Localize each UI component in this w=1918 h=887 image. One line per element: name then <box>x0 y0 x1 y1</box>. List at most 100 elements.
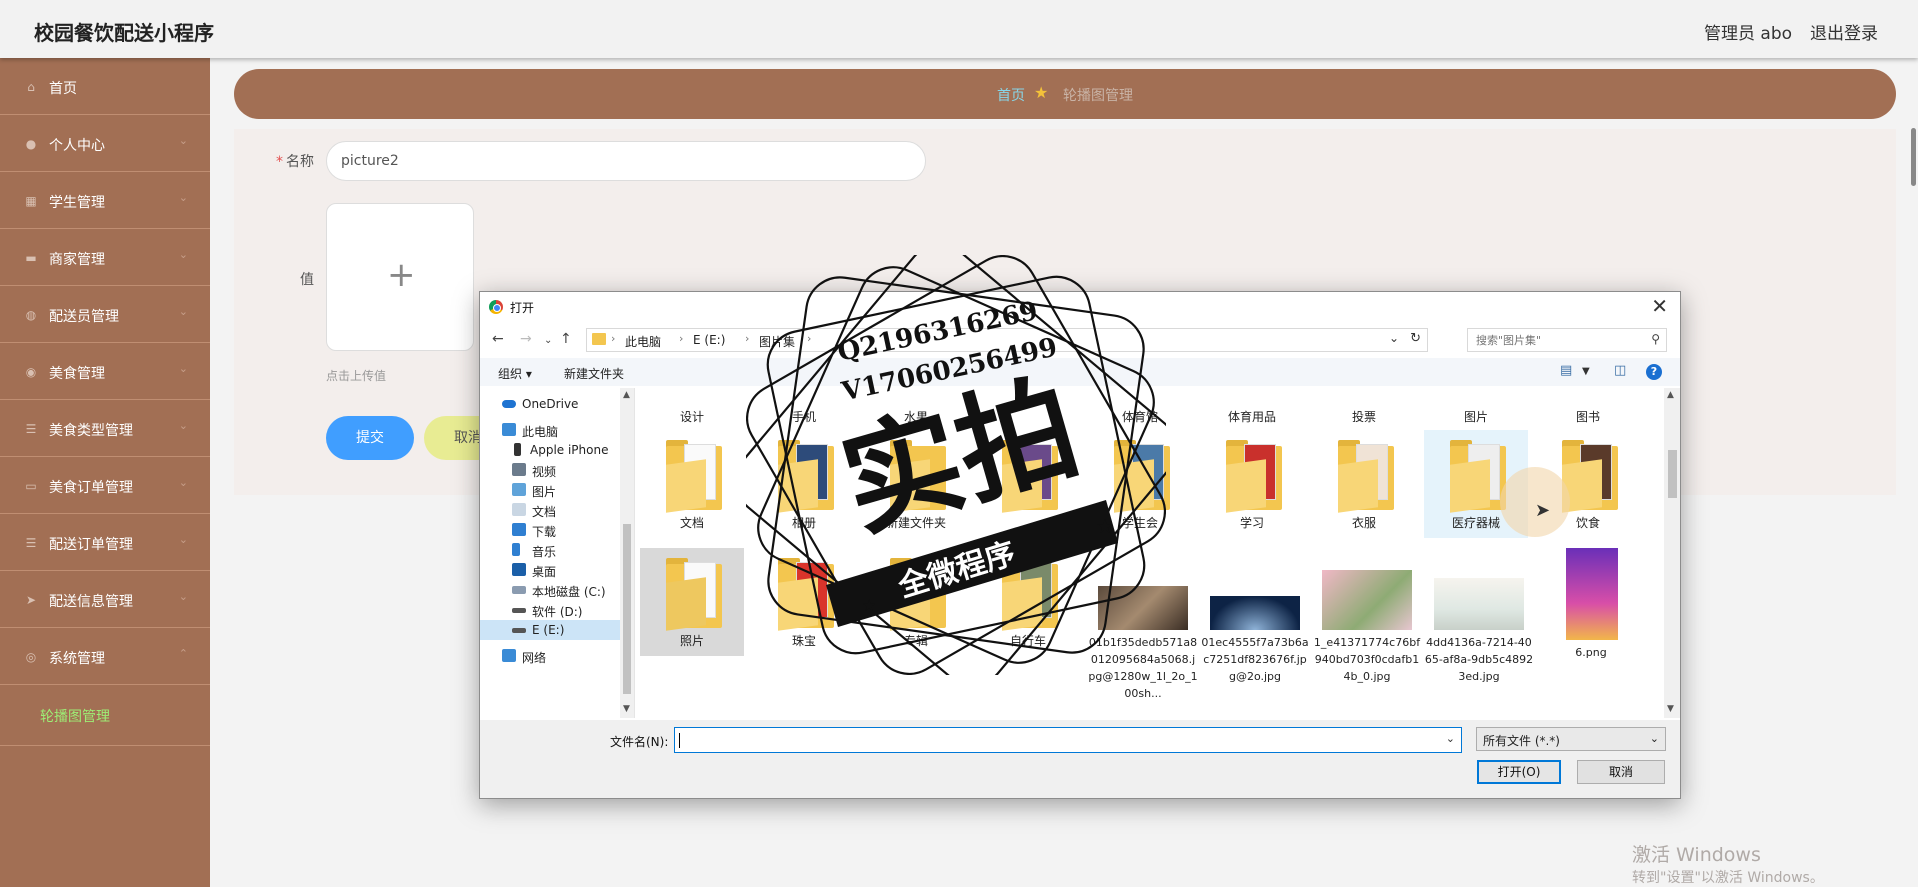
file-name[interactable]: 图书 <box>1536 408 1640 425</box>
scroll-down-icon[interactable]: ▼ <box>1667 704 1674 714</box>
scroll-up-icon[interactable]: ▲ <box>1667 390 1674 400</box>
up-arrow-icon[interactable]: ↑ <box>560 331 572 347</box>
image-file-item[interactable]: 01ec4555f7a73b6ac7251df823676f.jpg@2o.jp… <box>1200 548 1312 718</box>
chevron-down-icon[interactable]: ⌄ <box>1446 732 1455 745</box>
scroll-thumb[interactable] <box>623 524 631 694</box>
image-file-item[interactable]: 01b1f35dedb571a8012095684a5068.jpg@1280w… <box>1088 548 1200 718</box>
file-name[interactable]: 水果 <box>864 408 968 425</box>
folder-item[interactable]: 珠宝 <box>752 548 856 656</box>
chevron-down-icon[interactable]: ▼ <box>1582 366 1590 377</box>
dialog-titlebar[interactable]: 打开 ✕ <box>480 292 1680 322</box>
nav-item-drive-e[interactable]: E (E:) <box>480 620 620 640</box>
address-segment[interactable]: 此电脑 <box>625 333 661 350</box>
upload-box[interactable]: + <box>326 203 474 351</box>
nav-item-this-pc[interactable]: 此电脑 <box>480 420 620 440</box>
preview-pane-icon[interactable]: ◫ <box>1614 363 1626 378</box>
search-input[interactable] <box>1476 332 1636 348</box>
folder-item[interactable]: 专辑 <box>864 548 968 656</box>
drive-icon <box>512 586 526 594</box>
nav-item-pictures[interactable]: 图片 <box>480 480 620 500</box>
folder-item[interactable]: 文档 <box>640 430 744 538</box>
plus-icon: + <box>387 255 416 295</box>
computer-icon <box>502 423 516 436</box>
chevron-down-icon: ⌄ <box>178 419 188 432</box>
image-file-item[interactable]: 1_e41371774c76bf940bd703f0cdafb14b_0.jpg <box>1312 548 1424 718</box>
sidebar: ⌂ 首页 ● 个人中心 ⌄ ▦ 学生管理 ⌄ ▬ 商家管理 ⌄ ◍ 配送员管理 … <box>0 58 210 887</box>
help-icon[interactable]: ? <box>1646 364 1662 380</box>
file-name[interactable]: 体育用品 <box>1200 408 1304 425</box>
filename-input[interactable]: ⌄ <box>674 727 1462 753</box>
sidebar-item-students[interactable]: ▦ 学生管理 ⌄ <box>0 172 210 229</box>
view-options-icon[interactable]: ▤ <box>1560 363 1572 378</box>
courier-icon: ◍ <box>25 308 37 322</box>
nav-item-downloads[interactable]: 下载 <box>480 520 620 540</box>
address-bar[interactable]: › 此电脑 › E (E:) › 图片集 › ⌄ ↻ <box>586 328 1428 352</box>
sidebar-item-system[interactable]: ◎ 系统管理 ⌃ <box>0 628 210 685</box>
submit-button[interactable]: 提交 <box>326 416 414 460</box>
desktop-icon <box>512 563 526 576</box>
address-segment[interactable]: E (E:) <box>693 333 725 347</box>
sidebar-item-food-types[interactable]: ☰ 美食类型管理 ⌄ <box>0 400 210 457</box>
refresh-icon[interactable]: ↻ <box>1410 331 1421 346</box>
new-folder-button[interactable]: 新建文件夹 <box>564 365 624 382</box>
nav-item-drive-c[interactable]: 本地磁盘 (C:) <box>480 580 620 600</box>
folder-item[interactable]: 学生会 <box>1088 430 1192 538</box>
name-input[interactable]: picture2 <box>326 141 926 181</box>
file-type-select[interactable]: 所有文件 (*.*) ⌄ <box>1476 727 1666 751</box>
image-file-item[interactable]: 4dd4136a-7214-4065-af8a-9db5c48923ed.jpg <box>1424 548 1536 718</box>
scroll-down-icon[interactable]: ▼ <box>623 704 630 714</box>
nav-item-iphone[interactable]: Apple iPhone <box>480 440 620 460</box>
file-name[interactable]: 图片 <box>1424 408 1528 425</box>
search-box[interactable]: ⚲ <box>1467 328 1667 352</box>
sidebar-item-personal-center[interactable]: ● 个人中心 ⌄ <box>0 115 210 172</box>
file-list-scrollbar[interactable]: ▲ ▼ <box>1664 388 1680 718</box>
name-label: * 名称 <box>276 154 314 170</box>
sidebar-item-couriers[interactable]: ◍ 配送员管理 ⌄ <box>0 286 210 343</box>
folder-item[interactable]: 衣服 <box>1312 430 1416 538</box>
file-name[interactable]: 设计 <box>640 408 744 425</box>
forward-arrow-icon[interactable]: → <box>520 331 532 347</box>
back-arrow-icon[interactable]: ← <box>492 331 504 347</box>
scroll-up-icon[interactable]: ▲ <box>623 390 630 400</box>
nav-pane-scrollbar[interactable]: ▲ ▼ <box>620 388 634 718</box>
folder-icon <box>1002 558 1058 631</box>
folder-icon <box>1450 440 1506 513</box>
image-file-item[interactable]: 6.png <box>1536 548 1648 718</box>
close-icon[interactable]: ✕ <box>1651 294 1668 318</box>
sidebar-item-merchants[interactable]: ▬ 商家管理 ⌄ <box>0 229 210 286</box>
folder-item[interactable]: 自行车 <box>976 548 1080 656</box>
dialog-cancel-button[interactable]: 取消 <box>1577 760 1665 784</box>
sidebar-item-food-orders[interactable]: ▭ 美食订单管理 ⌄ <box>0 457 210 514</box>
nav-item-network[interactable]: 网络 <box>480 646 620 666</box>
chevron-down-icon[interactable]: ⌄ <box>1389 331 1399 345</box>
nav-item-desktop[interactable]: 桌面 <box>480 560 620 580</box>
scroll-thumb[interactable] <box>1668 450 1677 498</box>
open-button[interactable]: 打开(O) <box>1477 760 1561 784</box>
sidebar-item-home[interactable]: ⌂ 首页 <box>0 58 210 115</box>
food-icon: ◉ <box>25 365 37 379</box>
file-name[interactable]: 投票 <box>1312 408 1416 425</box>
folder-item[interactable]: 照片 <box>640 548 744 656</box>
folder-item[interactable]: 相册 <box>752 430 856 538</box>
file-name[interactable]: 体育馆 <box>1088 408 1192 425</box>
nav-item-music[interactable]: 音乐 <box>480 540 620 560</box>
folder-item[interactable]: 新建文件夹 <box>864 430 968 538</box>
page-scrollbar[interactable] <box>1911 128 1916 186</box>
sidebar-item-food[interactable]: ◉ 美食管理 ⌄ <box>0 343 210 400</box>
folder-item[interactable]: 学习 <box>1200 430 1304 538</box>
logout-link[interactable]: 退出登录 <box>1810 19 1878 44</box>
folder-item[interactable] <box>976 430 1080 538</box>
recent-dropdown-icon[interactable]: ⌄ <box>544 335 552 346</box>
sidebar-subitem-carousel[interactable]: 轮播图管理 <box>0 686 210 746</box>
address-segment[interactable]: 图片集 <box>759 333 795 350</box>
nav-item-drive-d[interactable]: 软件 (D:) <box>480 600 620 620</box>
network-icon <box>502 649 516 662</box>
nav-item-videos[interactable]: 视频 <box>480 460 620 480</box>
file-name[interactable]: 手机 <box>752 408 856 425</box>
sidebar-item-delivery-orders[interactable]: ☰ 配送订单管理 ⌄ <box>0 514 210 571</box>
nav-item-onedrive[interactable]: OneDrive <box>480 394 620 414</box>
breadcrumb-home[interactable]: 首页 <box>997 85 1025 105</box>
organize-button[interactable]: 组织 ▾ <box>498 365 532 382</box>
nav-item-documents[interactable]: 文档 <box>480 500 620 520</box>
sidebar-item-delivery-info[interactable]: ➤ 配送信息管理 ⌄ <box>0 571 210 628</box>
